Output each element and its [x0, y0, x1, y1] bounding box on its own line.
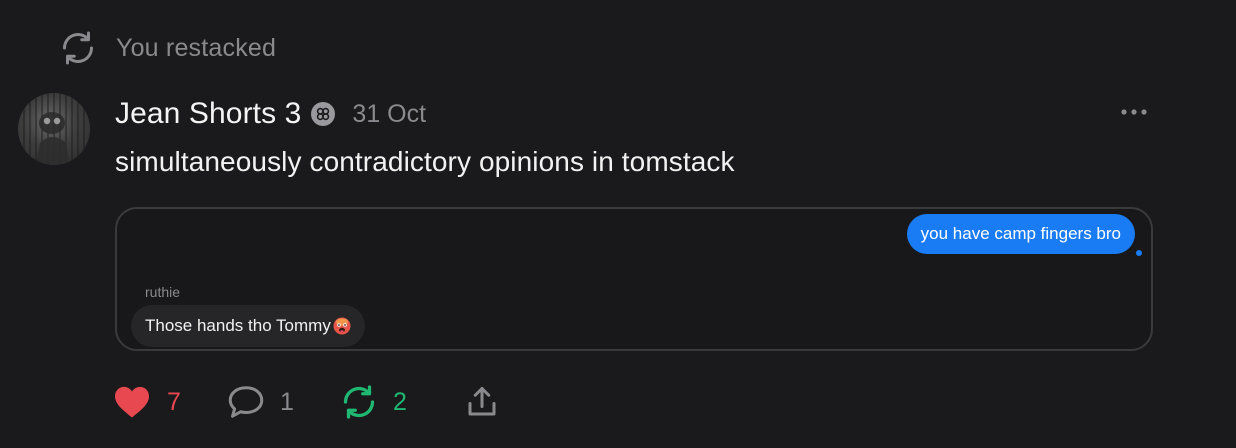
- restack-icon: [63, 31, 93, 65]
- sent-message-bubble: you have camp fingers bro: [906, 214, 1135, 254]
- restack-count: 2: [393, 387, 407, 416]
- post-header: Jean Shorts 3 31 Oct: [115, 96, 426, 132]
- comment-icon: [228, 386, 264, 418]
- message-tail-dot: [1136, 250, 1142, 256]
- note-feed-item: You restacked Jean Shorts 3 31 Oct simul…: [0, 0, 1236, 448]
- message-sender-name: ruthie: [145, 284, 181, 300]
- restack-banner: You restacked: [60, 30, 276, 66]
- restack-label: You restacked: [116, 33, 277, 62]
- received-message-text: Those hands tho Tommy: [145, 316, 331, 335]
- restack-button[interactable]: 2: [341, 384, 464, 420]
- post-actions: 7 1 2: [113, 380, 500, 424]
- restack-active-icon: [343, 385, 375, 419]
- author-name[interactable]: Jean Shorts 3: [115, 97, 301, 131]
- heart-icon: [115, 386, 149, 418]
- more-options-icon: [1121, 109, 1147, 115]
- share-icon: [468, 387, 496, 416]
- like-button[interactable]: 7: [113, 385, 228, 419]
- attached-screenshot[interactable]: you have camp fingers bro ruthie Those h…: [115, 207, 1153, 351]
- received-message-bubble: Those hands tho Tommy: [131, 305, 365, 347]
- subscriber-badge-icon: [311, 102, 336, 126]
- comment-count: 1: [280, 387, 294, 416]
- share-button[interactable]: [464, 384, 500, 420]
- post-body: simultaneously contradictory opinions in…: [115, 146, 735, 177]
- like-count: 7: [167, 387, 181, 416]
- post-date[interactable]: 31 Oct: [352, 100, 426, 129]
- hot-face-emoji-icon: [333, 317, 351, 335]
- more-options-button[interactable]: [1118, 100, 1150, 124]
- avatar-image: [23, 93, 85, 165]
- author-avatar[interactable]: [18, 93, 90, 165]
- comment-button[interactable]: 1: [228, 385, 341, 419]
